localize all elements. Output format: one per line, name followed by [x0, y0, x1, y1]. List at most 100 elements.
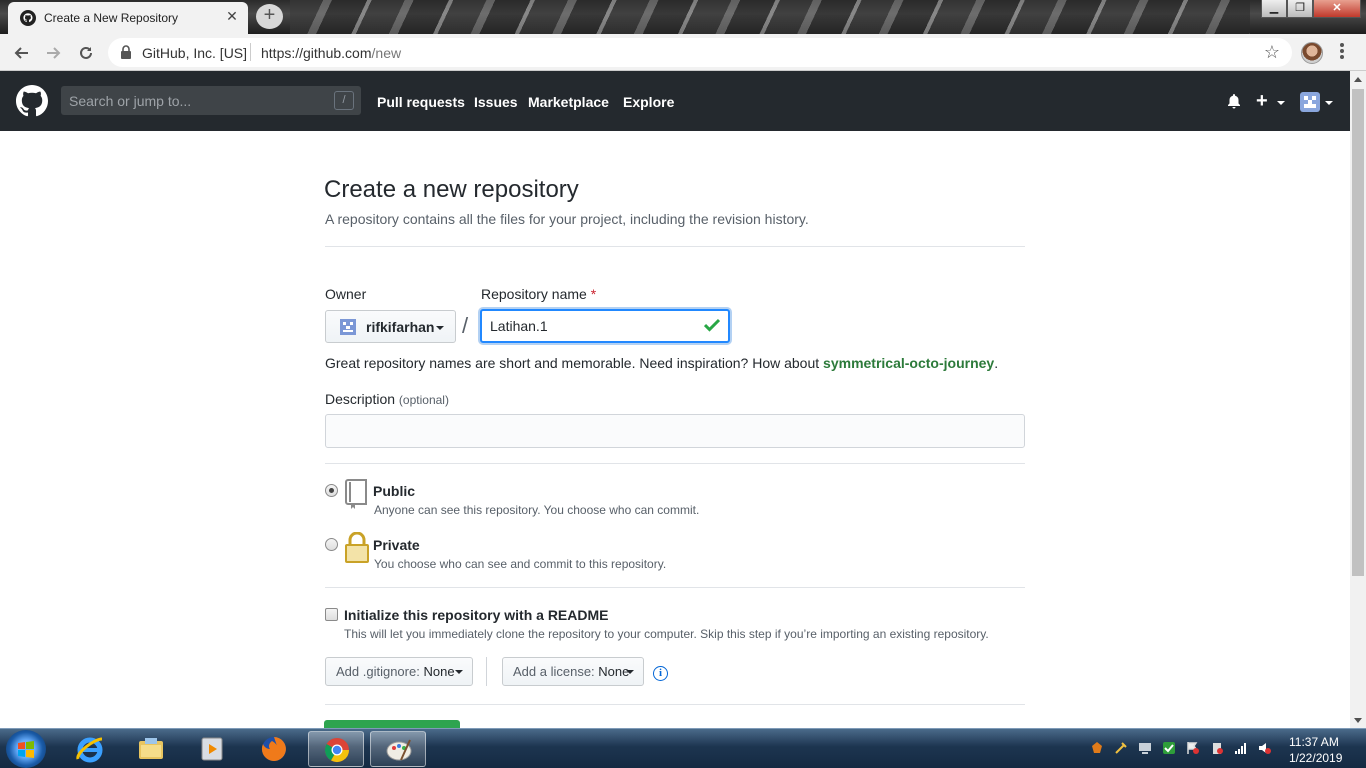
tray-network-icon[interactable] [1234, 741, 1248, 755]
hint-suffix: . [994, 355, 999, 371]
start-button[interactable] [6, 730, 46, 768]
divider [325, 246, 1025, 247]
maximize-button[interactable]: ❐ [1287, 0, 1313, 18]
private-note: You choose who can see and commit to thi… [374, 557, 667, 571]
info-icon[interactable]: i [653, 666, 668, 681]
user-avatar[interactable] [1300, 92, 1320, 112]
media-player-icon [201, 737, 223, 761]
private-radio[interactable] [325, 538, 338, 551]
avatar-caret-icon [1325, 101, 1333, 105]
browser-toolbar: GitHub, Inc. [US] https://github.com/new… [0, 34, 1366, 71]
required-mark: * [590, 286, 597, 302]
taskbar-firefox[interactable] [246, 731, 302, 767]
divider [325, 704, 1025, 705]
gitignore-value: None [423, 664, 455, 679]
owner-repo-separator: / [462, 313, 469, 338]
chrome-profile-avatar[interactable] [1301, 42, 1323, 64]
scroll-up-arrow-icon[interactable] [1354, 77, 1362, 82]
firefox-icon [261, 737, 286, 761]
tray-app-icon[interactable] [1090, 741, 1104, 755]
chrome-icon [324, 738, 349, 763]
owner-name: rifkifarhan [366, 319, 435, 335]
github-favicon-icon [20, 10, 36, 26]
tray-volume-muted-icon[interactable] [1258, 741, 1272, 755]
repo-name-label-text: Repository name [481, 286, 587, 302]
plus-caret-icon [1277, 101, 1285, 105]
gitignore-select-button[interactable]: Add .gitignore: None [325, 657, 473, 686]
divider [325, 587, 1025, 588]
owner-avatar [340, 319, 356, 335]
clock-date[interactable]: 1/22/2019 [1289, 751, 1342, 765]
window-close-button[interactable]: ✕ [1313, 0, 1361, 18]
nav-pull-requests[interactable]: Pull requests [377, 94, 465, 110]
folder-icon [139, 738, 163, 759]
scroll-down-arrow-icon[interactable] [1354, 718, 1362, 723]
repo-name-label: Repository name * [481, 286, 596, 302]
nav-marketplace[interactable]: Marketplace [528, 94, 609, 110]
divider [325, 463, 1025, 464]
tab-title: Create a New Repository [44, 11, 179, 25]
tray-tool-icon[interactable] [1114, 741, 1128, 755]
address-bar[interactable]: GitHub, Inc. [US] https://github.com/new… [108, 38, 1292, 67]
public-title: Public [373, 483, 416, 499]
public-radio[interactable] [325, 484, 338, 497]
url-path: /new [371, 45, 402, 61]
internet-explorer-icon [76, 737, 103, 763]
tray-action-center-icon[interactable] [1186, 741, 1200, 755]
browser-tab-active[interactable]: Create a New Repository ✕ [8, 2, 248, 34]
taskbar-media-player[interactable] [184, 731, 240, 767]
reload-icon[interactable] [73, 40, 99, 66]
description-label-text: Description [325, 391, 396, 407]
chrome-menu-icon[interactable] [1337, 42, 1347, 62]
tray-device-icon[interactable] [1210, 741, 1224, 755]
clock-time[interactable]: 11:37 AM [1289, 735, 1339, 749]
browser-tab-strip: Create a New Repository ✕ + ▁ ❐ ✕ [0, 0, 1366, 34]
bookmark-star-icon[interactable]: ☆ [1264, 42, 1280, 63]
gitignore-caret-icon [455, 670, 463, 674]
taskbar-chrome[interactable] [308, 731, 364, 767]
license-select-button[interactable]: Add a license: None [502, 657, 644, 686]
search-placeholder: Search or jump to... [69, 93, 192, 109]
repo-book-icon [345, 479, 367, 509]
back-arrow-icon[interactable] [8, 40, 34, 66]
valid-check-icon [704, 318, 720, 332]
nav-explore[interactable]: Explore [623, 94, 674, 110]
private-title: Private [373, 537, 420, 553]
github-header: Search or jump to... / Pull requests Iss… [0, 71, 1350, 131]
repository-name-input[interactable] [480, 309, 730, 343]
url-host: https://github.com [261, 45, 372, 61]
forward-arrow-icon[interactable] [41, 40, 67, 66]
paint-palette-icon [386, 739, 412, 761]
nav-issues[interactable]: Issues [474, 94, 518, 110]
readme-checkbox[interactable] [325, 608, 338, 621]
notifications-bell-icon[interactable] [1226, 93, 1242, 109]
taskbar-paint[interactable] [370, 731, 426, 767]
scrollbar-thumb[interactable] [1352, 89, 1364, 576]
minimize-button[interactable]: ▁ [1261, 0, 1287, 18]
tray-security-check-icon[interactable] [1162, 741, 1176, 755]
url-text: https://github.com/new [261, 45, 401, 61]
new-tab-button[interactable]: + [256, 4, 283, 29]
taskbar-file-explorer[interactable] [123, 731, 179, 767]
create-new-plus-icon[interactable]: + [1256, 90, 1268, 113]
windows-taskbar: 11:37 AM 1/22/2019 [0, 728, 1366, 768]
readme-note: This will let you immediately clone the … [344, 627, 989, 641]
readme-label[interactable]: Initialize this repository with a README [344, 607, 608, 623]
github-search-input[interactable]: Search or jump to... / [61, 86, 361, 115]
tray-monitor-icon[interactable] [1138, 741, 1152, 755]
gitignore-label: Add .gitignore: [336, 664, 420, 679]
lock-icon [345, 532, 369, 563]
select-divider [486, 657, 487, 686]
site-identity: GitHub, Inc. [US] [142, 45, 248, 61]
name-suggestion-link[interactable]: symmetrical-octo-journey [823, 355, 994, 371]
description-input[interactable] [325, 414, 1025, 448]
tab-close-icon[interactable]: ✕ [224, 8, 240, 24]
taskbar-internet-explorer[interactable] [62, 731, 118, 767]
hint-text: Great repository names are short and mem… [325, 355, 824, 371]
page-scrollbar[interactable] [1350, 71, 1366, 728]
owner-label: Owner [325, 286, 367, 302]
owner-select-button[interactable]: rifkifarhan [325, 310, 456, 343]
github-logo-icon[interactable] [16, 85, 48, 117]
license-value: None [598, 664, 630, 679]
repo-name-hint: Great repository names are short and mem… [325, 355, 998, 371]
